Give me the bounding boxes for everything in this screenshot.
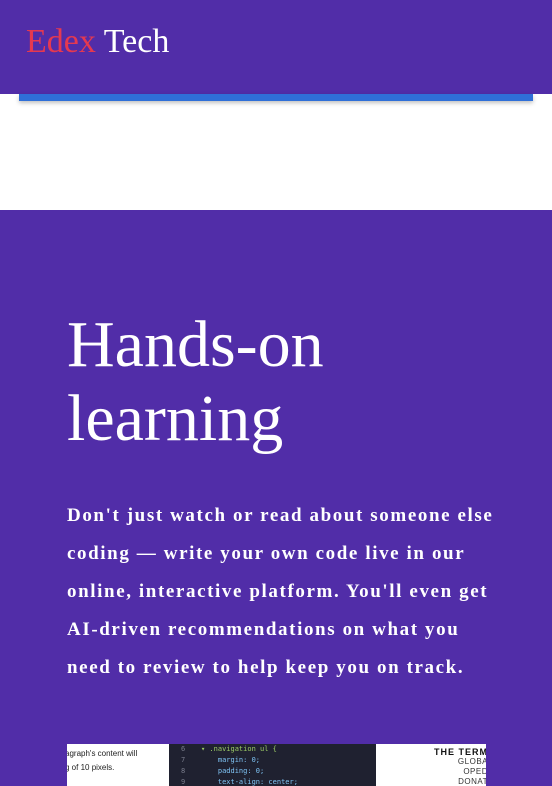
preview-output-title: THE TERM bbox=[434, 747, 486, 757]
preview-output-line: DONAT bbox=[458, 777, 486, 786]
section-description: Don't just watch or read about someone e… bbox=[67, 505, 494, 678]
preview-instruction-line: g of 10 pixels. bbox=[67, 763, 115, 772]
section-heading: Hands-on learning bbox=[67, 308, 324, 455]
preview-output-line: GLOBA bbox=[457, 757, 486, 766]
site-logo[interactable]: Edex Tech bbox=[26, 22, 169, 62]
header-accent-bar bbox=[19, 94, 533, 101]
code-line: 6 ▾ .navigation ul { bbox=[181, 745, 277, 753]
platform-preview-image: agraph's content will g of 10 pixels. 6 ▾… bbox=[67, 744, 486, 786]
preview-instructions-pane: agraph's content will g of 10 pixels. bbox=[67, 744, 169, 786]
preview-instruction-line: agraph's content will bbox=[67, 749, 138, 758]
logo-text-tech: Tech bbox=[103, 23, 170, 60]
hands-on-learning-section: Hands-on learning Don't just watch or re… bbox=[0, 210, 552, 786]
code-line: 9 text-align: center; bbox=[181, 778, 298, 786]
site-header: Edex Tech bbox=[0, 0, 552, 94]
code-line: 8 padding: 0; bbox=[181, 767, 265, 775]
preview-output-line: OPED bbox=[463, 767, 486, 776]
code-line: 7 margin: 0; bbox=[181, 756, 261, 764]
preview-output-pane: THE TERM GLOBA OPED DONAT bbox=[376, 744, 486, 786]
preview-code-editor: 6 ▾ .navigation ul { 7 margin: 0; 8 paddi… bbox=[169, 744, 376, 786]
logo-text-edex: Edex bbox=[26, 23, 96, 60]
